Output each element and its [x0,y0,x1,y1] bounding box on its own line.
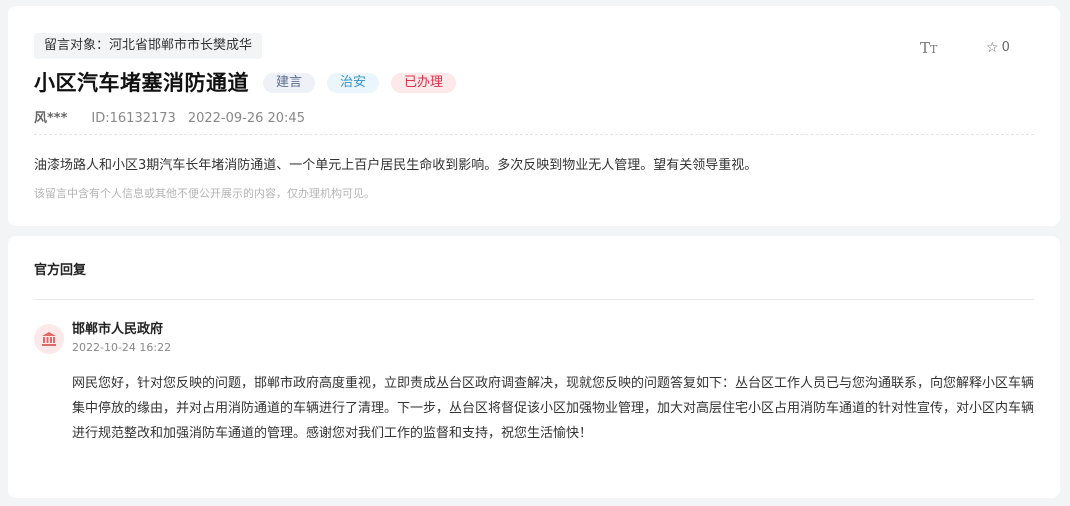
divider [34,134,1034,135]
reply-time: 2022-10-24 16:22 [72,341,172,354]
message-card: 留言对象：河北省邯郸市市长樊成华 小区汽车堵塞消防通道 建言 治安 已办理 TT… [8,6,1060,226]
message-target: 留言对象：河北省邯郸市市长樊成华 [34,33,263,59]
font-size-icon[interactable]: TT [920,38,937,60]
reply-content: 网民您好，针对您反映的问题，邯郸市政府高度重视，立即责成丛台区政府调查解决，现就… [72,376,1035,441]
reply-heading: 官方回复 [34,263,87,278]
favorite-count: 0 [1001,40,1010,55]
favorite-button[interactable]: ☆ 0 [986,39,1010,57]
privacy-note: 该留言中含有个人信息或其他不便公开展示的内容，仅办理机构可见。 [34,187,375,200]
message-content: 油漆场路人和小区3期汽车长年堵消防通道、一个单元上百户居民生命收到影响。多次反映… [34,158,758,173]
title-row: 小区汽车堵塞消防通道 建言 治安 已办理 [34,68,457,98]
message-id: ID:16132173 [91,111,176,126]
category-badge: 治安 [327,73,380,93]
type-badge: 建言 [263,73,316,93]
reply-card: 官方回复 邯郸市人民政府 2022-10-24 16:22 网民您好，针对您反映… [8,236,1060,498]
divider [34,299,1034,300]
page-title: 小区汽车堵塞消防通道 [34,71,249,95]
status-badge: 已办理 [391,73,457,93]
message-meta: 风*** ID:16132173 2022-09-26 20:45 [34,110,305,128]
message-time: 2022-09-26 20:45 [187,111,305,126]
author-name: 风*** [34,111,68,126]
star-icon: ☆ [986,40,999,56]
government-building-icon [34,324,64,354]
org-name: 邯郸市人民政府 [72,322,164,337]
